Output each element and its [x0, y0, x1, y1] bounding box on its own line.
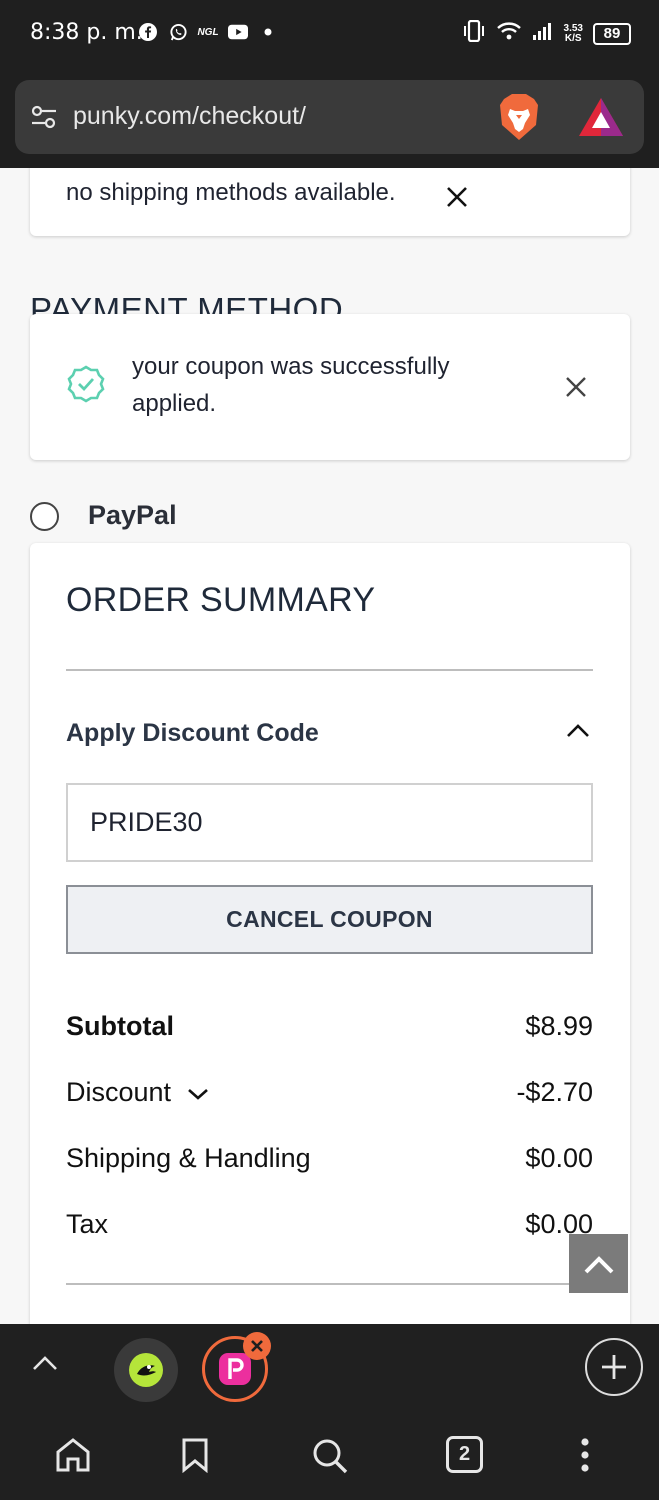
divider [66, 669, 593, 671]
status-system-icons: 3.53 K/S 89 [462, 19, 631, 47]
subtotal-label: Subtotal [66, 1011, 174, 1041]
close-icon[interactable] [243, 1332, 271, 1360]
tune-icon[interactable] [29, 102, 59, 137]
tax-label: Tax [66, 1209, 109, 1239]
divider [66, 1283, 593, 1285]
chevron-up-icon[interactable] [566, 723, 590, 744]
more-vert-icon[interactable] [578, 1437, 592, 1478]
plus-icon[interactable] [585, 1338, 643, 1396]
tab-switcher-button[interactable]: 2 [446, 1436, 483, 1473]
facebook-icon [138, 22, 158, 42]
address-bar[interactable]: punky.com/checkout/ [15, 80, 644, 154]
status-bar: 8:38 p. m. NGL 3.53 K/S 89 [0, 0, 659, 68]
signal-icon [532, 21, 554, 46]
chevron-down-icon[interactable] [187, 1077, 209, 1108]
youtube-icon [228, 22, 248, 42]
status-notification-icons: NGL [138, 22, 278, 42]
order-summary-card: ORDER SUMMARY Apply Discount Code CANCEL… [30, 543, 630, 1324]
coupon-success-message: your coupon was successfully applied. [132, 353, 450, 417]
summary-row-tax: Tax $0.00 [66, 1209, 593, 1240]
scroll-to-top-button[interactable] [569, 1234, 628, 1293]
site-favicon-icon [129, 1353, 163, 1387]
status-time: 8:38 p. m. [30, 20, 143, 45]
discount-label[interactable]: Discount [66, 1077, 171, 1108]
checkout-page: no shipping methods available. PAYMENT M… [0, 168, 659, 1324]
chevron-up-icon[interactable] [32, 1354, 58, 1377]
payment-method-title: PAYMENT METHOD [30, 291, 344, 316]
home-icon[interactable] [54, 1437, 92, 1478]
net-speed: 3.53 K/S [564, 23, 583, 44]
coupon-success-notice: your coupon was successfully applied. [30, 314, 630, 460]
vibrate-icon [462, 19, 486, 47]
shipping-label: Shipping & Handling [66, 1143, 311, 1173]
cancel-coupon-button[interactable]: CANCEL COUPON [66, 885, 593, 954]
ngl-icon: NGL [197, 26, 219, 38]
shipping-notice-text: no shipping methods available. [66, 179, 396, 206]
close-icon[interactable] [445, 185, 471, 211]
subtotal-value: $8.99 [525, 1011, 593, 1041]
paypal-radio[interactable] [30, 502, 59, 531]
close-icon[interactable] [564, 375, 590, 401]
brave-lion-icon[interactable] [498, 93, 540, 146]
bat-triangle-icon[interactable] [577, 96, 625, 143]
paypal-label[interactable]: PayPal [88, 500, 177, 531]
whatsapp-icon [168, 22, 188, 42]
summary-row-discount[interactable]: Discount -$2.70 [66, 1077, 593, 1108]
discount-code-input[interactable] [66, 783, 593, 862]
apply-discount-toggle[interactable]: Apply Discount Code [66, 719, 319, 748]
browser-toolbar: punky.com/checkout/ [0, 68, 659, 168]
chevron-up-icon [584, 1255, 613, 1273]
order-summary-title: ORDER SUMMARY [66, 581, 376, 619]
browser-bottom-bar: 2 [0, 1324, 659, 1500]
shipping-notice-card: no shipping methods available. [30, 168, 630, 236]
check-badge-icon [66, 364, 106, 409]
dot-icon [258, 22, 278, 42]
summary-row-shipping: Shipping & Handling $0.00 [66, 1143, 593, 1174]
net-speed-unit: K/S [564, 32, 582, 44]
battery-indicator: 89 [593, 22, 631, 45]
discount-value: -$2.70 [516, 1077, 593, 1107]
bookmark-icon[interactable] [180, 1437, 210, 1478]
summary-row-subtotal: Subtotal $8.99 [66, 1011, 593, 1042]
shipping-value: $0.00 [525, 1143, 593, 1173]
tab-thumbnail[interactable] [114, 1338, 178, 1402]
url-text[interactable]: punky.com/checkout/ [73, 102, 306, 131]
search-icon[interactable] [311, 1437, 349, 1480]
wifi-icon [496, 20, 522, 47]
